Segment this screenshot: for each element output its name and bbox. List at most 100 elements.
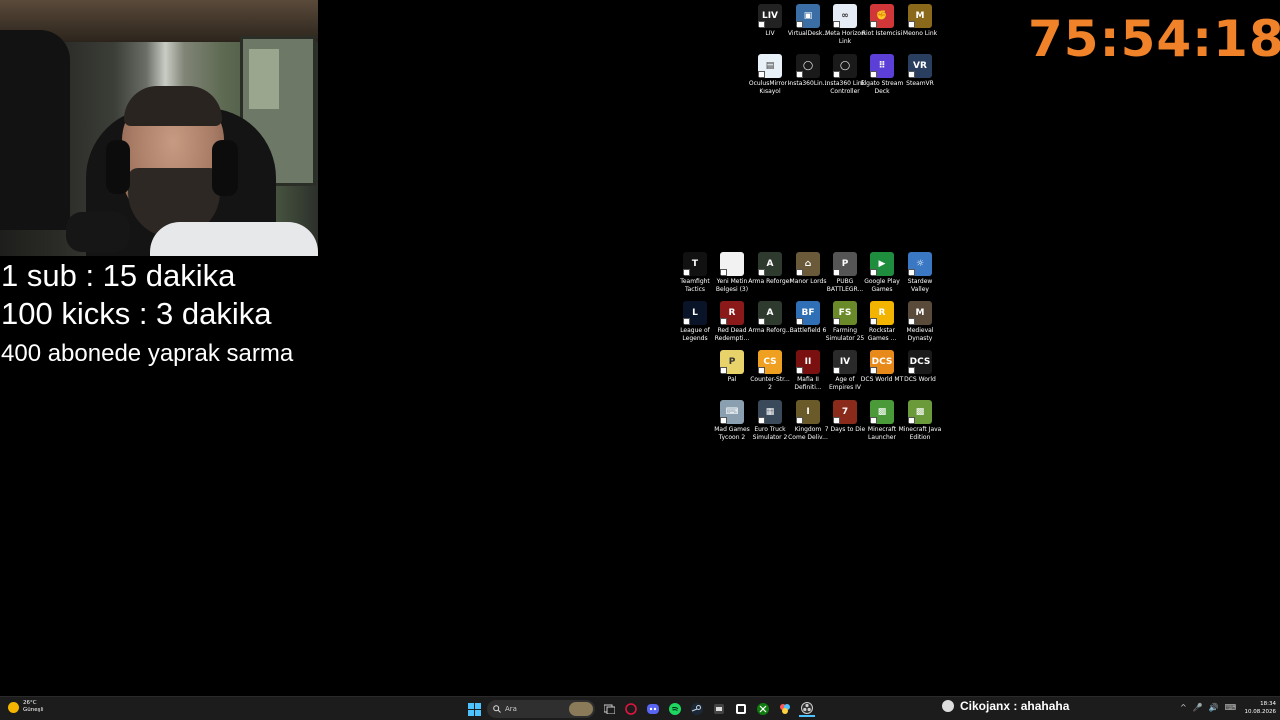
desktop-icon[interactable]: ◯ Insta360Lin...: [788, 54, 828, 88]
desktop-icon[interactable]: P PUBG BATTLEGR...: [825, 252, 865, 293]
obs-button[interactable]: [799, 701, 815, 717]
shortcut-arrow-icon: [720, 318, 727, 325]
desktop-icon[interactable]: CS Counter-Str... 2: [750, 350, 790, 391]
desktop-icon[interactable]: IV Age of Empires IV: [825, 350, 865, 391]
oculus-mirror-icon: ▤: [758, 54, 782, 78]
desktop-icon[interactable]: ▶ Google Play Games: [862, 252, 902, 293]
desktop-icon[interactable]: ◯ Insta360 Link Controller: [825, 54, 865, 95]
chat-message: ahahaha: [1020, 699, 1070, 713]
desktop-icon[interactable]: T Teamfight Tactics: [675, 252, 715, 293]
desktop-icon[interactable]: ⌨ Mad Games Tycoon 2: [712, 400, 752, 441]
desktop-icon[interactable]: ⠿ Elgato Stream Deck: [861, 54, 903, 95]
desktop-icon[interactable]: M Meono Link: [900, 4, 940, 38]
meono-link-icon: M: [908, 4, 932, 28]
desktop-icon[interactable]: M Medieval Dynasty: [900, 301, 940, 342]
spotify-button[interactable]: [667, 701, 683, 717]
elgato-stream-deck-icon: ⠿: [870, 54, 894, 78]
shortcut-arrow-icon: [796, 417, 803, 424]
desktop-icon[interactable]: VR SteamVR: [900, 54, 940, 88]
farming-simulator-icon: FS: [833, 301, 857, 325]
desktop-icon[interactable]: DCS DCS World: [900, 350, 940, 384]
mafia-2-icon: II: [796, 350, 820, 374]
shortcut-arrow-icon: [870, 417, 877, 424]
webcam-shirt: [150, 222, 318, 256]
discord-button[interactable]: [645, 701, 661, 717]
volume-icon[interactable]: 🔊: [1209, 703, 1219, 712]
shortcut-arrow-icon: [683, 269, 690, 276]
search-highlight-art: [569, 702, 593, 716]
medieval-dynasty-icon: M: [908, 301, 932, 325]
steamvr-icon: VR: [908, 54, 932, 78]
app-button-5[interactable]: [711, 701, 727, 717]
desktop-icon[interactable]: A Arma Reforger: [748, 252, 792, 286]
obs-icon: [801, 702, 813, 714]
palworld-icon: P: [720, 350, 744, 374]
shortcut-arrow-icon: [870, 21, 877, 28]
shortcut-arrow-icon: [870, 318, 877, 325]
desktop-icon[interactable]: ▤ OculusMirror - Kısayol: [749, 54, 791, 95]
shortcut-arrow-icon: [833, 417, 840, 424]
desktop-icon[interactable]: A Arma Reforg...: [748, 301, 792, 335]
task-view-icon: [603, 704, 615, 714]
desktop-icon[interactable]: DCS DCS World MT: [861, 350, 903, 384]
weather-temp: 26°C: [23, 700, 37, 706]
desktop-icon[interactable]: FS Farming Simulator 25: [825, 301, 865, 342]
shortcut-arrow-icon: [833, 367, 840, 374]
desktop-icon[interactable]: P Pal: [712, 350, 752, 384]
desktop-icon[interactable]: II Mafia II Definiti...: [788, 350, 828, 391]
keyboard-icon[interactable]: ⌨: [1225, 703, 1237, 712]
steam-icon: [691, 703, 703, 715]
desktop-icon[interactable]: L League of Legends: [675, 301, 715, 342]
app-icon-2: [736, 704, 746, 714]
desktop-icon[interactable]: ☼ Stardew Valley: [900, 252, 940, 293]
headset-right: [212, 140, 238, 196]
kingdom-come-icon: I: [796, 400, 820, 424]
desktop-icon[interactable]: I Kingdom Come Deliv...: [788, 400, 828, 441]
shortcut-arrow-icon: [720, 269, 727, 276]
desktop-icon[interactable]: 77 Days to Die: [825, 400, 865, 434]
desktop-icon[interactable]: ▩ Minecraft Java Edition: [899, 400, 941, 441]
goal-line-1: 1 sub : 15 dakika: [1, 258, 236, 293]
desktop-icon[interactable]: LIV LIV: [750, 4, 790, 38]
xbox-button[interactable]: [755, 701, 771, 717]
start-button[interactable]: [466, 701, 482, 717]
app-button-6[interactable]: [733, 701, 749, 717]
tray-overflow-icon[interactable]: ^: [1180, 703, 1187, 712]
desktop-icon[interactable]: ⌂ Manor Lords: [788, 252, 828, 286]
system-tray: ^ 🎤 🔊 ⌨: [1180, 703, 1236, 712]
text-document-icon: [720, 252, 744, 276]
liv-icon: LIV: [758, 4, 782, 28]
opera-gx-button[interactable]: [623, 701, 639, 717]
desktop-icon[interactable]: ▩ Minecraft Launcher: [862, 400, 902, 441]
desktop-icon[interactable]: Yeni Metin Belgesi (3): [712, 252, 752, 293]
minecraft-java-icon: ▩: [908, 400, 932, 424]
desktop-icon[interactable]: ∞ Meta Horizon Link: [825, 4, 865, 45]
shortcut-arrow-icon: [870, 269, 877, 276]
shortcut-arrow-icon: [908, 367, 915, 374]
desktop-icon-label: DCS World: [904, 376, 936, 383]
desktop-icon[interactable]: BF Battlefield 6: [788, 301, 828, 335]
goal-line-3: 400 abonede yaprak sarma: [1, 340, 294, 367]
shortcut-arrow-icon: [796, 318, 803, 325]
shortcut-arrow-icon: [758, 318, 765, 325]
desktop-icon[interactable]: ▦ Euro Truck Simulator 2: [750, 400, 790, 441]
microphone-icon[interactable]: 🎤: [1193, 703, 1203, 712]
dcs-world-icon: DCS: [908, 350, 932, 374]
weather-widget[interactable]: 26°C Güneşli: [8, 700, 44, 714]
photos-button[interactable]: [777, 701, 793, 717]
task-view-button[interactable]: [601, 701, 617, 717]
taskbar-search[interactable]: Ara: [487, 700, 595, 718]
virtual-desktop-icon: ▣: [796, 4, 820, 28]
riot-client-icon: ✊: [870, 4, 894, 28]
desktop-icon[interactable]: ▣ VirtualDesk...: [788, 4, 828, 38]
shortcut-arrow-icon: [908, 318, 915, 325]
euro-truck-simulator-icon: ▦: [758, 400, 782, 424]
taskbar-clock[interactable]: 18:34 10.08.2026: [1240, 700, 1277, 716]
weather-desc: Güneşli: [23, 707, 44, 713]
steam-button[interactable]: [689, 701, 705, 717]
desktop-icon[interactable]: R Red Dead Redempti...: [712, 301, 752, 342]
desktop-icon[interactable]: R Rockstar Games ...: [862, 301, 902, 342]
insta360-controller-icon: ◯: [833, 54, 857, 78]
shortcut-arrow-icon: [870, 367, 877, 374]
desktop-icon[interactable]: ✊ Riot İstemcisi: [862, 4, 902, 38]
